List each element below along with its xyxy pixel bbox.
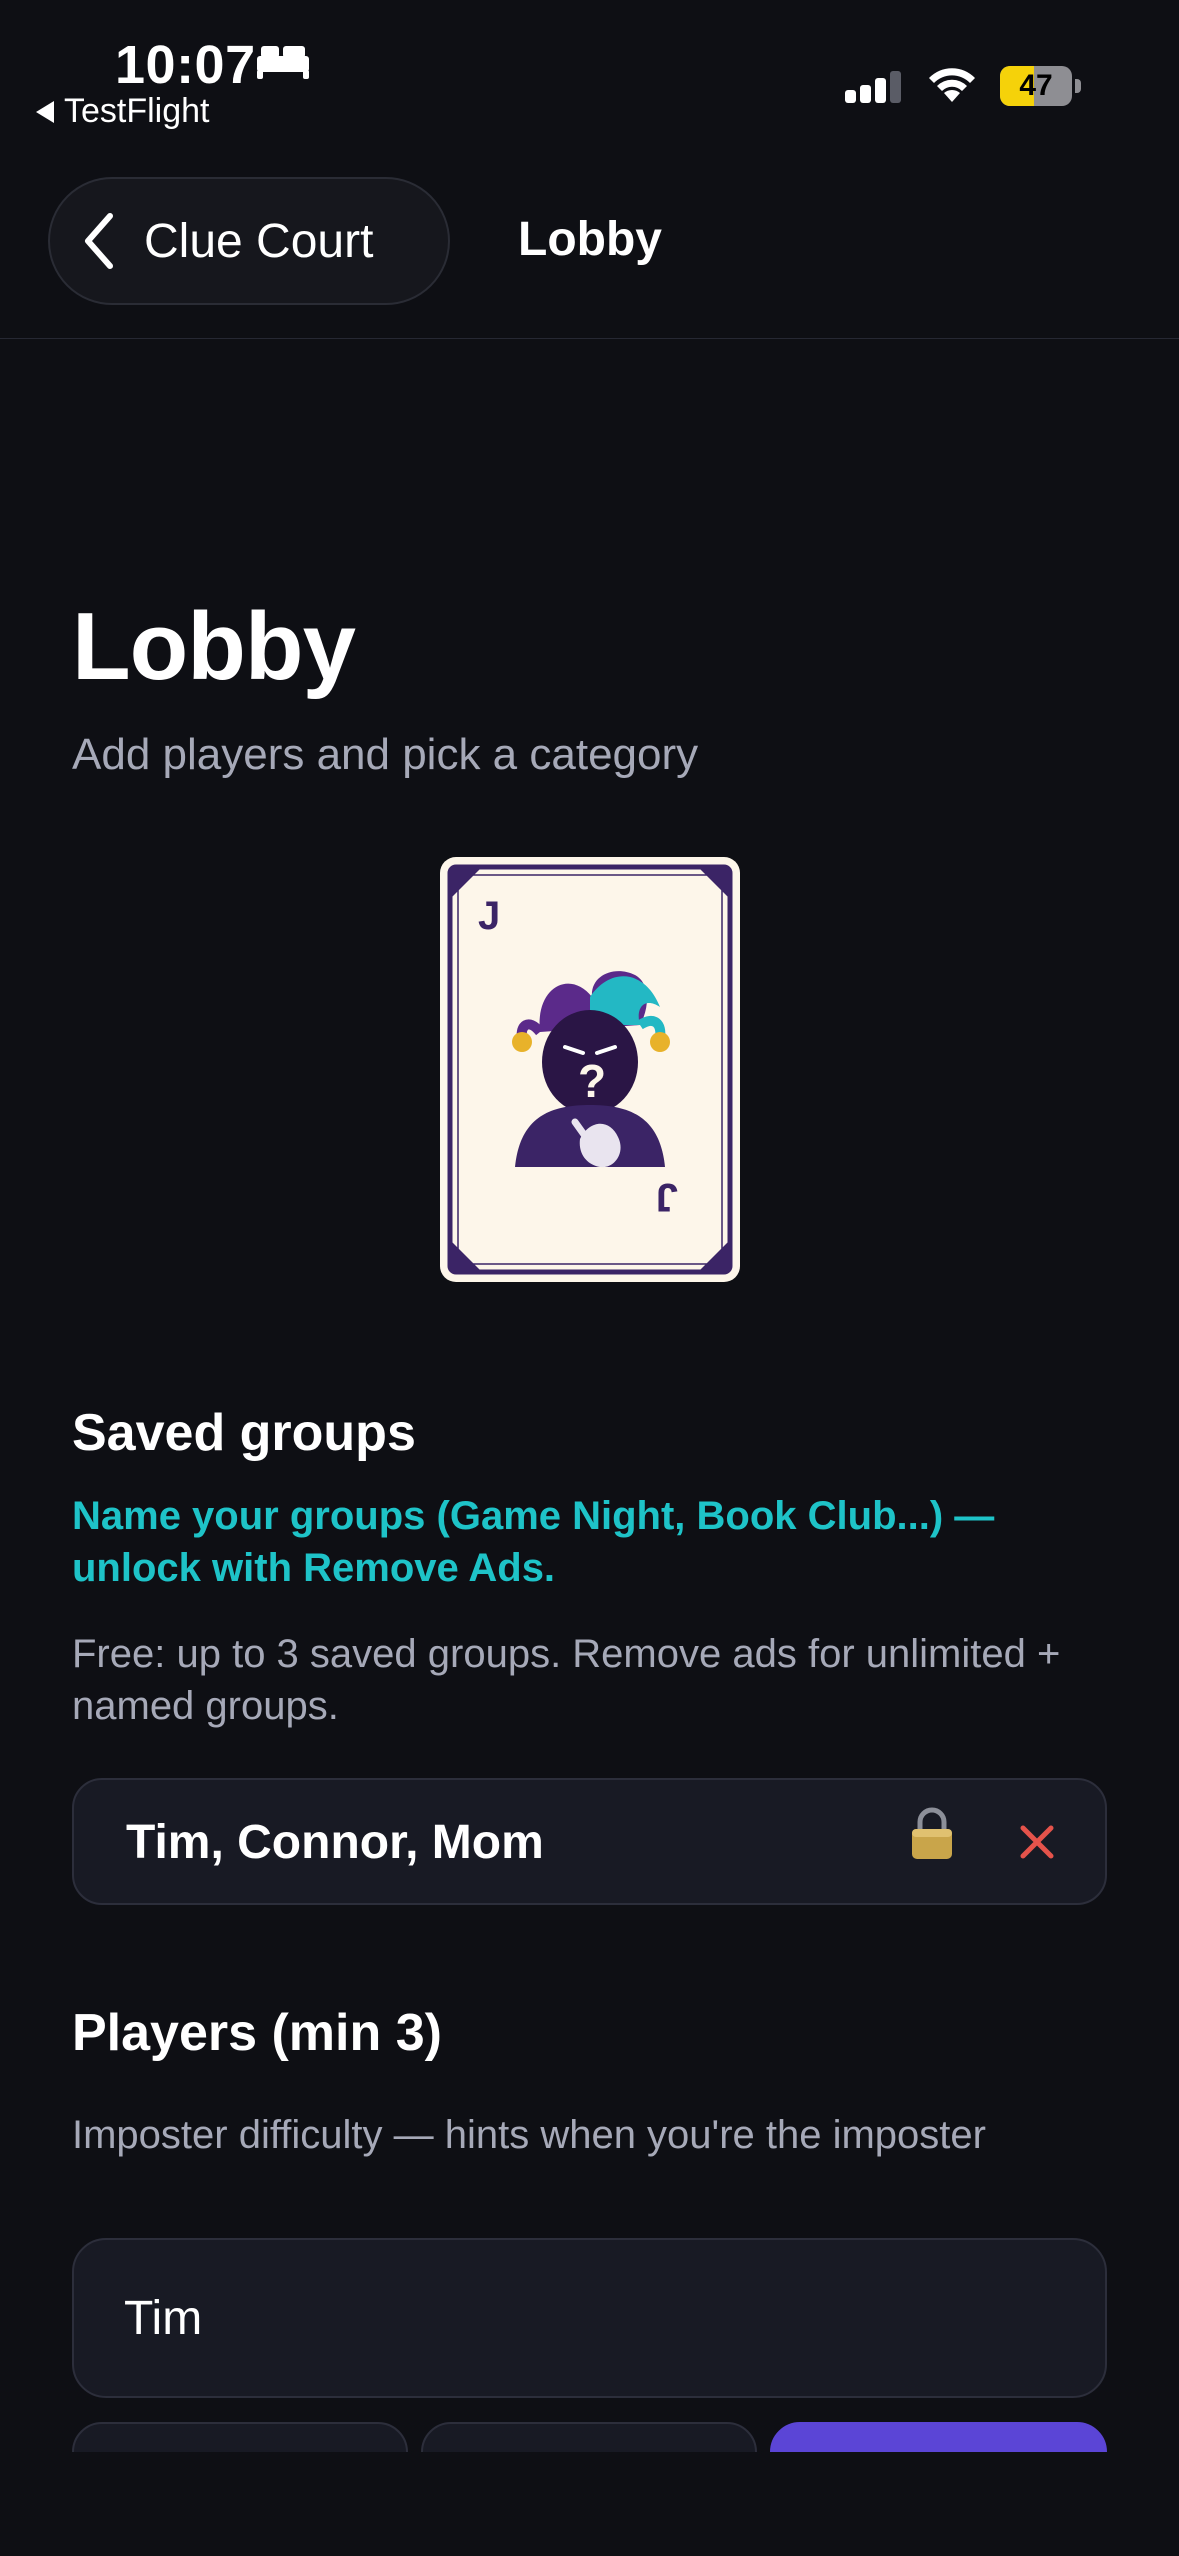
bed-icon	[257, 46, 309, 79]
saved-group-name: Tim, Connor, Mom	[126, 1816, 544, 1869]
difficulty-option-3-selected[interactable]	[770, 2422, 1107, 2452]
back-triangle-icon	[36, 100, 54, 123]
back-to-app-link[interactable]: TestFlight	[36, 92, 210, 131]
saved-groups-heading: Saved groups	[72, 1404, 416, 1462]
saved-groups-note: Free: up to 3 saved groups. Remove ads f…	[72, 1632, 1061, 1728]
jester-card-image: J J ?	[440, 857, 740, 1282]
battery-percent: 47	[1019, 69, 1053, 102]
card-rank-top: J	[478, 894, 500, 938]
wifi-icon	[929, 68, 975, 102]
chevron-left-icon	[85, 213, 113, 269]
status-bar: 10:07 TestFlight 47	[0, 0, 1179, 150]
back-app-label: TestFlight	[64, 92, 210, 130]
delete-group-icon[interactable]	[1009, 1814, 1065, 1870]
svg-text:?: ?	[578, 1055, 606, 1107]
players-heading: Players (min 3)	[72, 2004, 442, 2062]
saved-group-item[interactable]: Tim, Connor, Mom	[72, 1778, 1107, 1905]
difficulty-option-1[interactable]	[72, 2422, 408, 2452]
battery-cap	[1075, 79, 1081, 93]
back-button[interactable]: Clue Court	[48, 177, 450, 305]
cellular-signal-icon	[845, 71, 901, 103]
player-name-input[interactable]	[72, 2238, 1107, 2398]
remove-ads-promo-link[interactable]: Name your groups (Game Night, Book Club.…	[72, 1490, 1112, 1594]
status-time: 10:07	[115, 35, 256, 95]
difficulty-option-2[interactable]	[421, 2422, 757, 2452]
battery-icon: 47	[1000, 66, 1072, 106]
back-button-label: Clue Court	[144, 214, 374, 268]
difficulty-segmented-control	[0, 2420, 1179, 2452]
navigation-bar: Clue Court Lobby	[0, 150, 1179, 339]
page-subtitle: Add players and pick a category	[72, 730, 699, 779]
jester-card-illustration: J J ?	[440, 857, 740, 1282]
imposter-difficulty-label: Imposter difficulty — hints when you're …	[72, 2113, 986, 2157]
lock-icon[interactable]	[909, 1806, 955, 1862]
card-rank-bottom: J	[656, 1175, 678, 1219]
page-title: Lobby	[72, 593, 356, 700]
nav-title: Lobby	[518, 213, 662, 266]
